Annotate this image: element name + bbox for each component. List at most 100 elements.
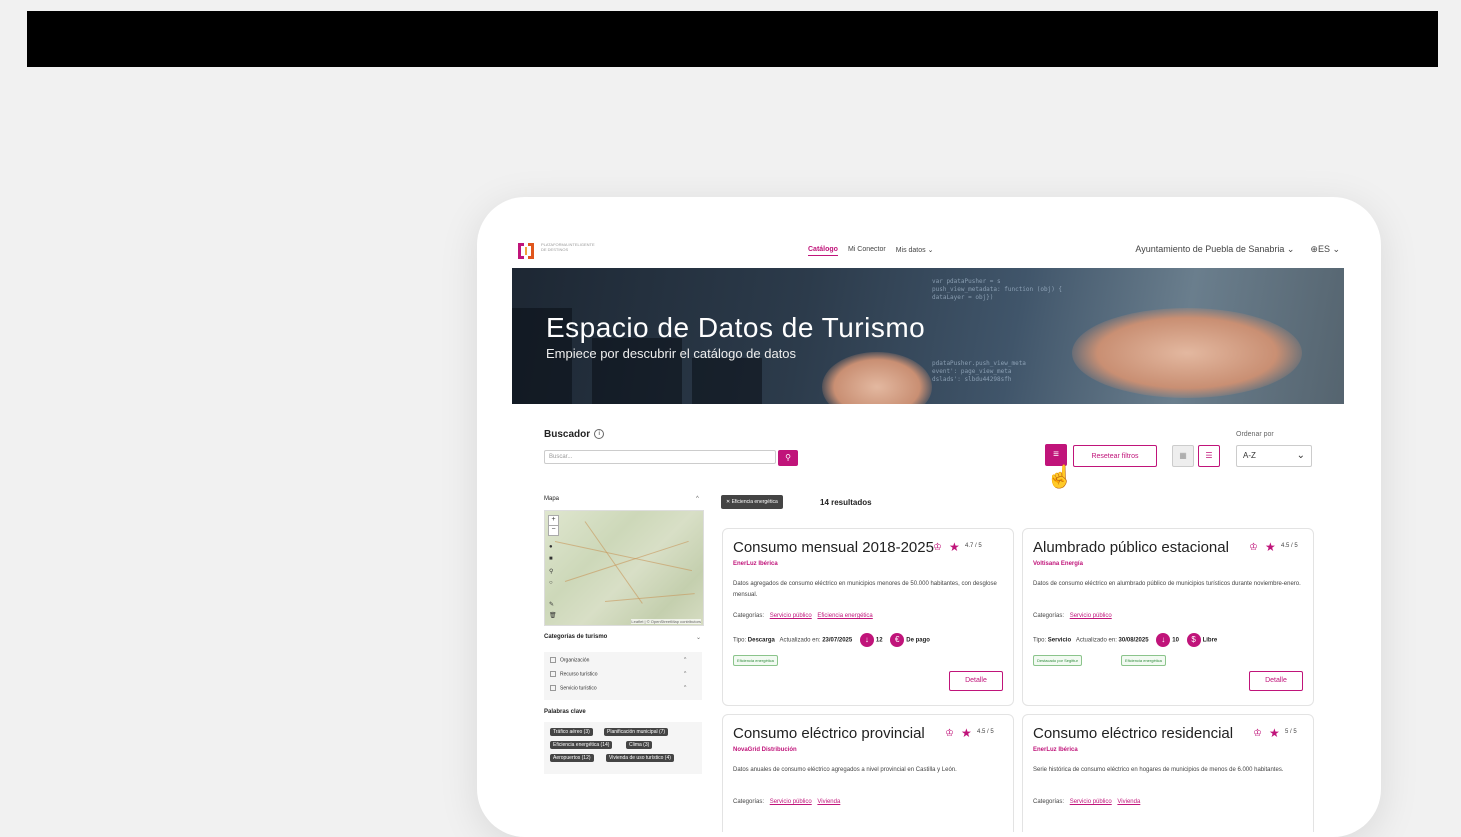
award-icon: ♔	[1253, 728, 1262, 739]
search-icon: ⚲	[785, 453, 791, 462]
card-org[interactable]: EnerLuz Ibérica	[733, 561, 778, 567]
keyword-tag[interactable]: Aeropuertos (12)	[550, 754, 594, 762]
filter-icon: ≡	[1053, 449, 1059, 460]
card-downloads: 10	[1172, 637, 1179, 644]
active-filter-label: Eficiencia energética	[731, 499, 778, 505]
draw-circle-icon[interactable]: ○	[549, 580, 553, 586]
top-nav: PLATAFORMA INTELIGENTE DE DESTINOS Catál…	[510, 232, 1346, 268]
category-link[interactable]: Servicio público	[770, 613, 812, 619]
nav-mi-conector[interactable]: Mi Conector	[848, 246, 886, 256]
category-item[interactable]: Organización ^	[550, 657, 686, 663]
card-price: Libre	[1202, 637, 1218, 644]
chevron-down-icon: ⌄	[696, 635, 702, 641]
nav-mis-datos[interactable]: Mis datos ⌄	[896, 246, 934, 256]
chevron-down-icon: ⌄	[1296, 450, 1305, 461]
dataset-card[interactable]: Alumbrado público estacional ♔ ★ 4.5 / 5…	[1022, 528, 1314, 706]
map-road	[604, 593, 695, 602]
language-selector[interactable]: ⊕ES ⌄	[1310, 244, 1340, 255]
card-tag: Eficiencia energética	[1121, 655, 1166, 666]
card-rating: 4.5 / 5	[1281, 543, 1298, 549]
delete-icon[interactable]: 🗑	[549, 612, 557, 619]
paid-icon: €	[890, 633, 905, 647]
filter-button[interactable]: ≡	[1045, 444, 1067, 466]
list-view-button[interactable]: ☰	[1198, 445, 1220, 467]
category-link[interactable]: Vivienda	[1117, 799, 1140, 805]
keyword-tag[interactable]: Tráfico aéreo (3)	[550, 728, 593, 736]
dataset-card[interactable]: Consumo eléctrico provincial ♔ ★ 4.5 / 5…	[722, 714, 1014, 832]
star-icon: ★	[949, 540, 960, 554]
card-description: Datos anuales de consumo eléctrico agreg…	[733, 767, 957, 773]
dataset-card[interactable]: Consumo eléctrico residencial ♔ ★ 5 / 5 …	[1022, 714, 1314, 832]
card-tag: Destacado por Segittur	[1033, 655, 1082, 666]
checkbox[interactable]	[550, 685, 556, 691]
card-categories: Categorías: Servicio público Vivienda	[733, 799, 841, 805]
nav-catalogo[interactable]: Catálogo	[808, 246, 838, 256]
hero-code: pdataPusher.push_view_meta event': page_…	[932, 360, 1026, 383]
sort-label: Ordenar por	[1236, 431, 1274, 438]
keyword-tag[interactable]: Clima (3)	[626, 741, 653, 749]
grid-view-button[interactable]: ▦	[1172, 445, 1194, 467]
draw-square-icon[interactable]: ■	[549, 556, 553, 562]
card-title[interactable]: Alumbrado público estacional	[1033, 539, 1229, 556]
card-description: Datos agregados de consumo eléctrico en …	[733, 581, 997, 598]
draw-pin-icon[interactable]: ⚲	[549, 568, 553, 575]
card-description: Serie histórica de consumo eléctrico en …	[1033, 767, 1284, 773]
logo-icon[interactable]	[516, 241, 536, 261]
category-link[interactable]: Servicio público	[1070, 799, 1112, 805]
category-link[interactable]: Servicio público	[1070, 613, 1112, 619]
organization-selector[interactable]: Ayuntamiento de Puebla de Sanabria ⌄	[1135, 244, 1294, 255]
map-section-header[interactable]: Mapa ^	[544, 496, 699, 502]
keyword-tag[interactable]: Vivienda de uso turístico (4)	[606, 754, 674, 762]
hero-code: var pdataPusher = s push_view_metadata: …	[932, 278, 1063, 301]
card-org[interactable]: EnerLuz Ibérica	[1033, 747, 1078, 753]
star-icon: ★	[1269, 726, 1280, 740]
map-attribution[interactable]: Leaflet | © OpenStreetMap contributors	[631, 619, 701, 624]
card-updated: 30/08/2025	[1118, 637, 1149, 644]
category-link[interactable]: Eficiencia energética	[817, 613, 872, 619]
categories-section-header[interactable]: Categorías de turismo ⌄	[544, 634, 701, 641]
card-type: Descarga	[747, 637, 775, 644]
card-type: Servicio	[1047, 637, 1072, 644]
checkbox[interactable]	[550, 657, 556, 663]
card-title[interactable]: Consumo mensual 2018-2025	[733, 539, 934, 556]
hero-title: Espacio de Datos de Turismo	[546, 312, 926, 343]
categories-label: Categorías de turismo	[544, 634, 608, 640]
edit-icon[interactable]: ✎	[549, 601, 554, 608]
card-org[interactable]: NovaGrid Distribución	[733, 747, 797, 753]
zoom-out-button[interactable]: −	[548, 525, 559, 536]
grid-icon: ▦	[1179, 451, 1187, 460]
card-categories: Categorías: Servicio público	[1033, 613, 1112, 619]
info-icon[interactable]: i	[594, 429, 605, 440]
detail-button[interactable]: Detalle	[949, 671, 1003, 691]
card-org[interactable]: Voltisana Energía	[1033, 561, 1083, 567]
category-item[interactable]: Servicio turístico ^	[550, 685, 686, 691]
reset-filters-button[interactable]: Resetear filtros	[1073, 445, 1157, 467]
card-categories: Categorías: Servicio público Eficiencia …	[733, 613, 873, 619]
free-icon: $	[1186, 633, 1201, 647]
card-title[interactable]: Consumo eléctrico provincial	[733, 725, 925, 742]
keyword-tag[interactable]: Planificación municipal (7)	[604, 728, 669, 736]
map-view[interactable]: + − ● ■ ⚲ ○ ✎ 🗑 Leaflet | © OpenStreetMa…	[544, 510, 704, 626]
keywords-box: Tráfico aéreo (3) Planificación municipa…	[544, 722, 702, 774]
keyword-tag[interactable]: Eficiencia energética (14)	[550, 741, 613, 749]
search-button[interactable]: ⚲	[778, 450, 798, 466]
star-icon: ★	[961, 726, 972, 740]
search-input[interactable]: Buscar...	[544, 450, 776, 464]
categories-list: Organización ^ Recurso turístico ^ Servici…	[544, 652, 702, 700]
sort-value: A-Z	[1243, 451, 1256, 460]
card-title[interactable]: Consumo eléctrico residencial	[1033, 725, 1233, 742]
category-link[interactable]: Vivienda	[817, 799, 840, 805]
hero-hand-image	[822, 352, 932, 404]
active-filter-chip[interactable]: ✕ Eficiencia energética	[721, 495, 783, 509]
close-icon[interactable]: ✕	[726, 499, 730, 505]
card-downloads: 12	[875, 637, 883, 644]
category-item[interactable]: Recurso turístico ^	[550, 671, 686, 677]
draw-marker-icon[interactable]: ●	[549, 544, 553, 550]
detail-button[interactable]: Detalle	[1249, 671, 1303, 691]
map-label: Mapa	[544, 496, 560, 502]
logo-text: PLATAFORMA INTELIGENTE DE DESTINOS	[541, 242, 595, 252]
sort-select[interactable]: A-Z ⌄	[1236, 445, 1312, 467]
dataset-card[interactable]: Consumo mensual 2018-2025 ♔ ★ 4.7 / 5 En…	[722, 528, 1014, 706]
category-link[interactable]: Servicio público	[770, 799, 812, 805]
checkbox[interactable]	[550, 671, 556, 677]
